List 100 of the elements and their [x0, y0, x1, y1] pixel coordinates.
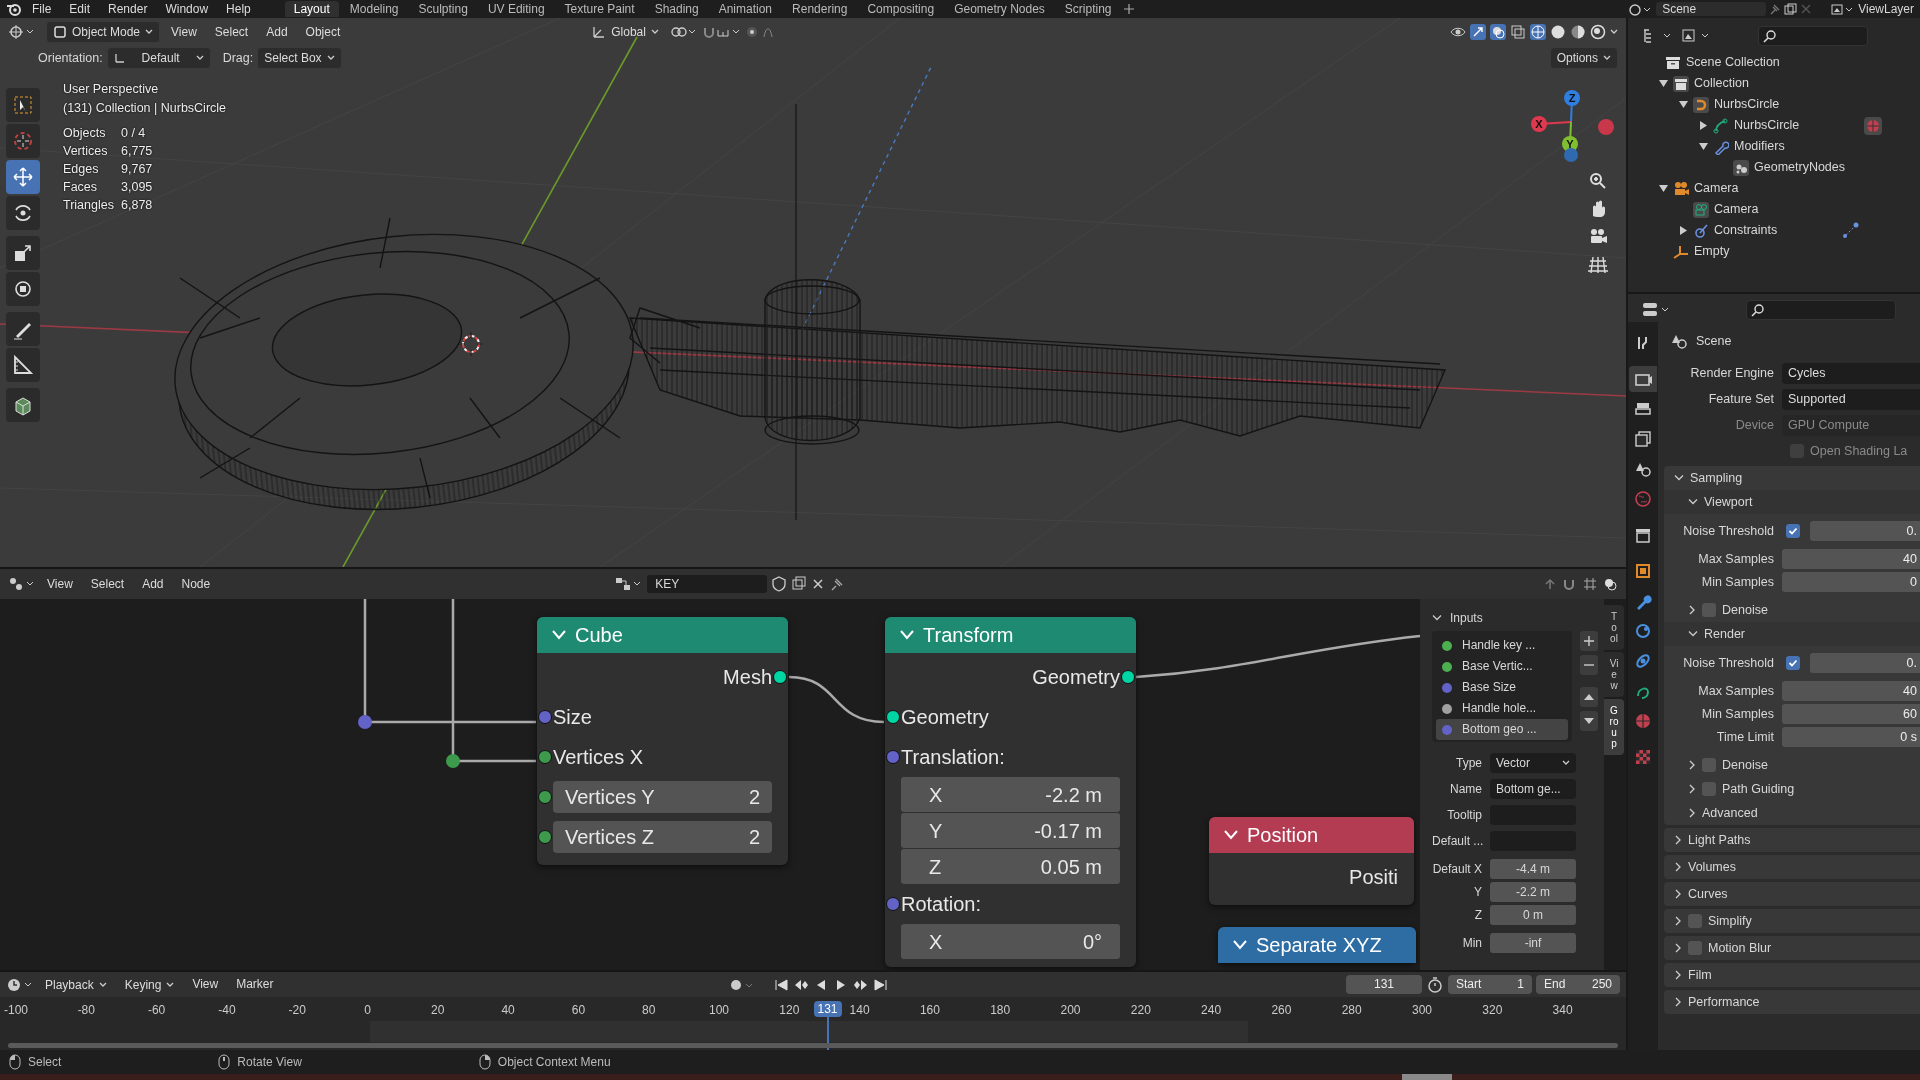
outliner-item[interactable]: Scene Collection — [1686, 55, 1780, 70]
menu-item[interactable]: Window — [157, 1, 217, 17]
start-frame-field[interactable]: Start 1 — [1448, 975, 1532, 994]
tool-button[interactable] — [6, 348, 40, 382]
transform-orientation-dropdown[interactable]: Global — [585, 21, 666, 43]
reroute-point[interactable] — [446, 754, 460, 768]
socket[interactable] — [886, 710, 900, 724]
workspace-tab[interactable]: Animation — [709, 0, 782, 18]
pivot-icon[interactable] — [669, 24, 698, 40]
outliner-item[interactable]: Collection — [1694, 76, 1749, 91]
panel-header[interactable]: Viewport — [1704, 494, 1753, 510]
axis-handle[interactable] — [1598, 119, 1614, 135]
expanded-triangle-icon[interactable] — [1678, 101, 1688, 108]
mode-dropdown[interactable]: Object Mode — [46, 21, 161, 43]
copy-icon[interactable] — [791, 576, 808, 592]
outliner-item[interactable]: NurbsCircle — [1714, 97, 1780, 112]
collapsed-triangle-icon[interactable] — [1679, 226, 1687, 235]
end-frame-field[interactable]: End 250 — [1536, 975, 1620, 994]
list-item[interactable]: Handle key ... — [1436, 635, 1568, 656]
remove-icon[interactable] — [1580, 655, 1598, 675]
number-field[interactable]: 0 s — [1782, 727, 1920, 747]
outliner-item[interactable]: Constraints — [1714, 223, 1778, 238]
filter-icon[interactable] — [1680, 27, 1710, 45]
number-field[interactable]: Z 0.05 m — [901, 849, 1120, 884]
move-down-icon[interactable] — [1580, 711, 1598, 731]
overlay-icon[interactable] — [1490, 24, 1506, 40]
scrollbar[interactable] — [8, 1043, 1618, 1048]
editor-type-icon[interactable] — [6, 976, 34, 993]
material-shading-icon[interactable] — [1570, 24, 1586, 40]
checkbox[interactable] — [1702, 603, 1716, 617]
node-header[interactable]: Cube — [537, 617, 788, 653]
jump-end-icon[interactable] — [872, 976, 889, 993]
number-field[interactable]: -2.2 m — [1490, 882, 1576, 902]
node-card[interactable]: Transform Geometry Geometry Translation: X -2.2 m Y -0.17 m Z 0.05 m Rotation: X 0° — [885, 617, 1136, 967]
panel-header[interactable]: Inputs — [1450, 610, 1483, 626]
dropdown[interactable]: Keying — [117, 973, 182, 996]
panel-header[interactable]: Advanced — [1702, 805, 1758, 821]
number-field[interactable]: 0 m — [1490, 905, 1576, 925]
menu-item[interactable]: Marker — [229, 975, 281, 994]
add-icon[interactable] — [1580, 631, 1598, 651]
list-item[interactable]: Bottom geo ... — [1436, 719, 1568, 740]
outliner-item[interactable]: Camera — [1714, 202, 1759, 217]
number-field[interactable]: -inf — [1490, 933, 1576, 953]
number-field[interactable]: Vertices Z 2 — [553, 821, 772, 853]
workspace-tab[interactable]: Layout — [284, 0, 339, 18]
number-field[interactable]: 0 — [1782, 572, 1920, 592]
search-field[interactable] — [1758, 26, 1868, 46]
tool-button[interactable] — [6, 312, 40, 346]
orientation-dropdown[interactable]: Default — [106, 47, 211, 69]
number-field[interactable]: Y -0.17 m — [901, 813, 1120, 848]
dropdown[interactable]: Supported — [1782, 388, 1920, 410]
panel-header[interactable]: Denoise — [1722, 602, 1768, 618]
workspace-tab[interactable]: Texture Paint — [555, 0, 644, 18]
datablock-field[interactable]: KEY — [647, 574, 768, 594]
frame-field[interactable]: 131 — [1346, 975, 1422, 994]
node-card[interactable]: Cube Mesh Size Vertices X Vertices Y 2 Vertices Z 2 — [537, 617, 788, 865]
workspace-tab[interactable]: UV Editing — [478, 0, 554, 18]
view-layer-field[interactable]: ViewLayer — [1858, 1, 1914, 17]
blender-logo-icon[interactable] — [6, 2, 22, 16]
wireframe-shading-icon[interactable] — [1530, 24, 1546, 40]
solid-shading-icon[interactable] — [1550, 24, 1566, 40]
panel-header[interactable]: Performance — [1688, 994, 1760, 1010]
menu-item[interactable]: View — [40, 574, 80, 594]
panel-header[interactable]: Light Paths — [1688, 832, 1751, 848]
outliner-item[interactable]: Modifiers — [1734, 139, 1785, 154]
workspace-tab[interactable]: Scripting — [1055, 0, 1121, 18]
number-field[interactable]: X -2.2 m — [901, 777, 1120, 812]
constraint-dots-icon[interactable] — [1842, 221, 1861, 240]
menu-item[interactable]: Select — [83, 574, 132, 594]
checkbox[interactable] — [1688, 941, 1702, 955]
tool-button[interactable] — [6, 196, 40, 230]
sidebar-tab[interactable]: Tool — [1604, 605, 1624, 650]
menu-item[interactable]: Add — [259, 22, 295, 42]
menu-item[interactable]: File — [24, 1, 60, 17]
list-item[interactable]: Handle hole... — [1436, 698, 1568, 719]
playhead-handle[interactable]: 131 — [813, 1001, 842, 1018]
move-up-icon[interactable] — [1580, 687, 1598, 707]
rendered-shading-icon[interactable] — [1590, 24, 1606, 40]
panel-header[interactable]: Motion Blur — [1708, 940, 1772, 956]
dropdown[interactable]: Playback — [38, 973, 114, 996]
tool-button[interactable] — [6, 272, 40, 306]
axis-handle[interactable] — [1564, 148, 1578, 162]
panel-header[interactable]: Simplify — [1708, 913, 1752, 929]
outliner-item[interactable]: GeometryNodes — [1754, 160, 1845, 175]
menu-item[interactable]: Node — [174, 574, 218, 594]
material-icon[interactable] — [1864, 116, 1883, 135]
text-field[interactable]: Bottom ge... — [1490, 779, 1576, 799]
outliner-item[interactable]: Camera — [1694, 181, 1739, 196]
socket[interactable] — [1121, 670, 1135, 684]
panel-header[interactable]: Render — [1704, 626, 1745, 642]
dropdown[interactable]: Cycles — [1782, 362, 1920, 384]
workspace-tab[interactable]: Compositing — [858, 0, 944, 18]
number-field[interactable]: -4.4 m — [1490, 859, 1576, 879]
tool-button[interactable] — [6, 160, 40, 194]
checkbox[interactable] — [1702, 782, 1716, 796]
workspace-tab[interactable]: Geometry Nodes — [945, 0, 1054, 18]
search-field[interactable] — [1746, 300, 1896, 320]
expanded-triangle-icon[interactable] — [1658, 80, 1668, 87]
grid-icon[interactable] — [1588, 255, 1608, 275]
menu-item[interactable]: View — [185, 975, 226, 994]
